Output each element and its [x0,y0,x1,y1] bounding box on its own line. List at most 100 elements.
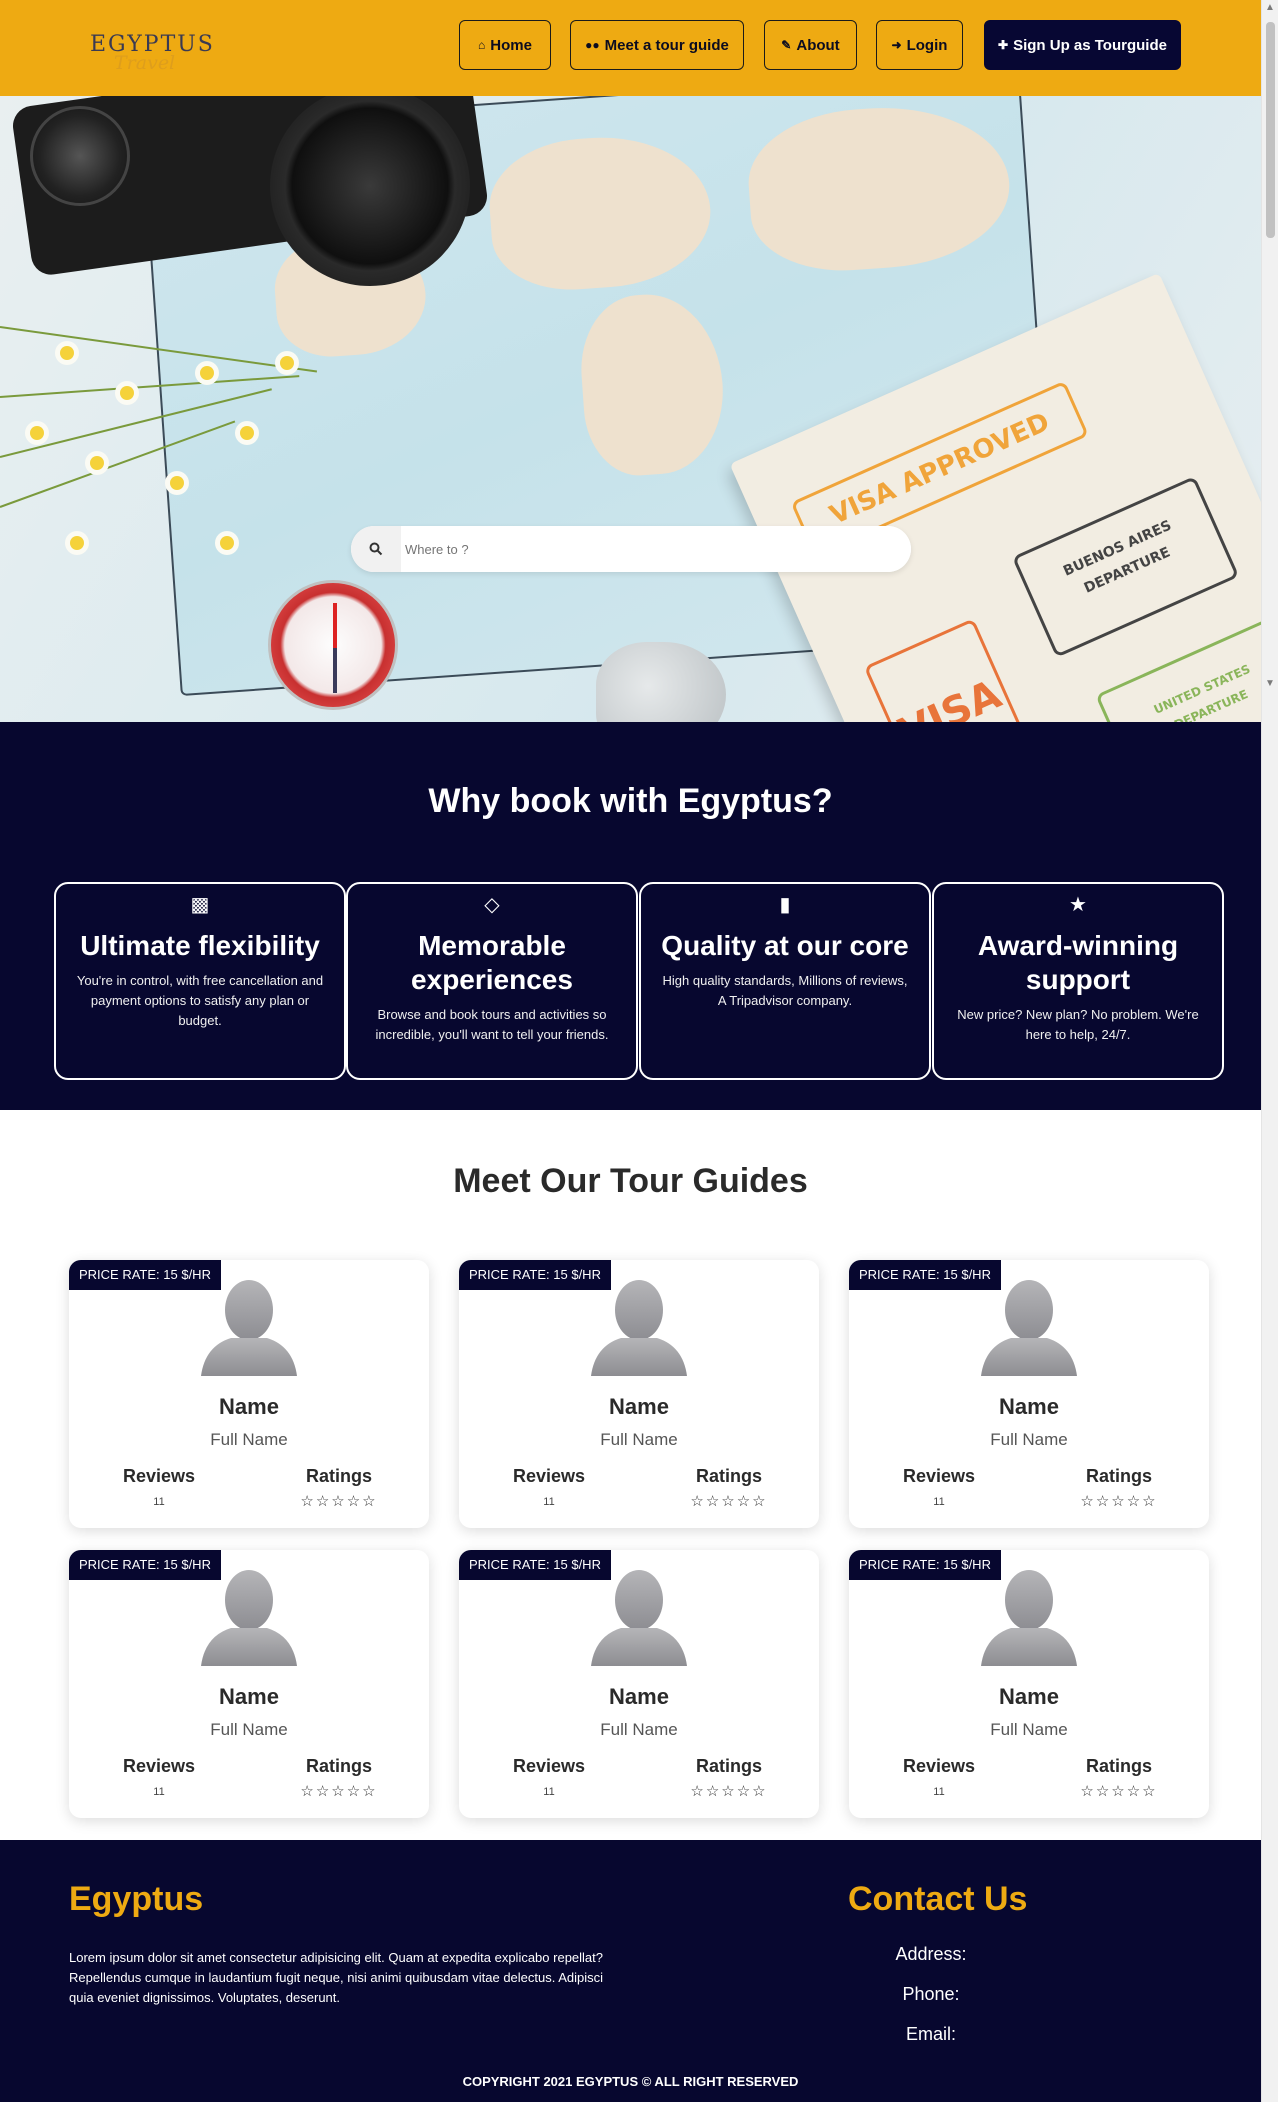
logo[interactable]: EGYPTUS Travel [84,22,224,74]
rating-stars: ☆☆☆☆☆ [1080,1493,1158,1510]
rating-stars: ☆☆☆☆☆ [300,1783,378,1800]
guide-full-name: Full Name [210,1720,288,1739]
avatar-placeholder-icon [981,1570,1077,1666]
reviews-label: Reviews [122,1466,196,1486]
avatar-placeholder-icon [591,1570,687,1666]
feature-card-support: ★ Award-winning support New price? New p… [932,882,1224,1080]
why-book-section: Why book with Egyptus? ▩ Ultimate flexib… [0,722,1261,1110]
price-rate-badge: PRICE RATE: 15 $/HR [849,1550,1001,1580]
hero-banner: VISA APPROVED BUENOS AIRES DEPARTURE VISA… [0,96,1261,722]
search-input[interactable] [401,526,911,572]
nav-meet-guide-button[interactable]: ●● Meet a tour guide [570,20,744,70]
guide-card[interactable]: PRICE RATE: 15 $/HR Name Full Name Revie… [849,1550,1209,1818]
feature-title: Memorable experiences [411,930,573,995]
guide-name: Name [219,1394,279,1419]
price-rate-badge: PRICE RATE: 15 $/HR [69,1550,221,1580]
footer: Egyptus Lorem ipsum dolor sit amet conse… [0,1840,1261,2102]
guide-name: Name [999,1394,1059,1419]
feature-text: High quality standards, Millions of revi… [662,973,908,1008]
nav-meet-guide-label: Meet a tour guide [604,36,729,54]
copyright: COPYRIGHT 2021 EGYPTUS © ALL RIGHT RESER… [462,2074,799,2089]
guide-full-name: Full Name [210,1430,288,1449]
contact-address: Address: [895,1944,967,1964]
scroll-thumb[interactable] [1266,22,1275,238]
contact-phone: Phone: [902,1984,960,2004]
nav-about-label: About [796,36,840,54]
rating-stars: ☆☆☆☆☆ [690,1493,768,1510]
feature-card-flexibility: ▩ Ultimate flexibility You're in control… [54,882,346,1080]
guide-name: Name [999,1684,1059,1709]
scroll-up-icon[interactable]: ▲ [1265,2,1275,13]
money-icon: ▩ [190,894,210,916]
reviews-count: 11 [543,1496,555,1508]
reviews-label: Reviews [512,1756,586,1776]
nav-about-button[interactable]: ✎ About [764,20,857,70]
user-plus-icon: ✚ [998,38,1009,52]
search-bar [351,526,911,572]
ratings-label: Ratings [1085,1466,1152,1486]
scroll-down-icon[interactable]: ▼ [1265,678,1275,689]
guide-full-name: Full Name [600,1430,678,1449]
home-icon: ⌂ [478,38,486,52]
feature-title: Ultimate flexibility [80,930,320,961]
feature-card-experiences: ◇ Memorable experiences Browse and book … [346,882,638,1080]
guide-full-name: Full Name [990,1430,1068,1449]
guide-card[interactable]: PRICE RATE: 15 $/HR Name Full Name Revie… [849,1260,1209,1528]
nav-signup-tourguide-button[interactable]: ✚ Sign Up as Tourguide [984,20,1181,70]
feature-title: Quality at our core [661,930,909,961]
guide-card[interactable]: PRICE RATE: 15 $/HR Name Full Name Revie… [69,1260,429,1528]
guide-full-name: Full Name [990,1720,1068,1739]
rating-stars: ☆☆☆☆☆ [690,1783,768,1800]
contact-title: Contact Us [848,1880,1028,1918]
diamond-icon: ◇ [484,894,500,916]
ratings-label: Ratings [695,1466,762,1486]
nav-login-label: Login [906,36,948,54]
ratings-label: Ratings [1085,1756,1152,1776]
book-icon: ▮ [779,894,791,916]
footer-brand: Egyptus [69,1880,204,1918]
rating-stars: ☆☆☆☆☆ [300,1493,378,1510]
feature-text: New price? New plan? No problem. We're h… [957,1007,1199,1042]
edit-icon: ✎ [781,38,792,52]
logo-subtext: Travel [114,52,176,74]
guide-card[interactable]: PRICE RATE: 15 $/HR Name Full Name Revie… [459,1550,819,1818]
feature-title: Award-winning support [977,930,1179,995]
nav-home-label: Home [490,36,532,54]
reviews-count: 11 [543,1786,555,1798]
footer-description: Lorem ipsum dolor sit amet consectetur a… [69,1950,604,2005]
ratings-label: Ratings [305,1466,372,1486]
nav-home-button[interactable]: ⌂ Home [459,20,551,70]
ratings-label: Ratings [305,1756,372,1776]
guide-name: Name [609,1684,669,1709]
reviews-label: Reviews [902,1466,976,1486]
reviews-label: Reviews [512,1466,586,1486]
reviews-count: 11 [153,1786,165,1798]
guide-full-name: Full Name [600,1720,678,1739]
nav-login-button[interactable]: ➜ Login [876,20,963,70]
reviews-label: Reviews [122,1756,196,1776]
sign-in-icon: ➜ [891,38,902,52]
reviews-count: 11 [153,1496,165,1508]
nav-signup-label: Sign Up as Tourguide [1013,36,1167,54]
search-icon [369,542,383,556]
trophy-icon: ★ [1069,894,1087,916]
reviews-count: 11 [933,1496,945,1508]
price-rate-badge: PRICE RATE: 15 $/HR [459,1260,611,1290]
price-rate-badge: PRICE RATE: 15 $/HR [459,1550,611,1580]
compass-image [268,580,398,710]
camera-image [0,96,500,306]
why-title: Why book with Egyptus? [428,782,833,820]
top-navbar: EGYPTUS Travel ⌂ Home ●● Meet a tour gui… [0,0,1261,96]
reviews-label: Reviews [902,1756,976,1776]
contact-email: Email: [905,2024,956,2044]
guide-card[interactable]: PRICE RATE: 15 $/HR Name Full Name Revie… [459,1260,819,1528]
page-scrollbar[interactable]: ▲ ▼ [1261,0,1278,2102]
price-rate-badge: PRICE RATE: 15 $/HR [849,1260,1001,1290]
search-button[interactable] [351,526,401,572]
guide-name: Name [609,1394,669,1419]
feature-card-quality: ▮ Quality at our core High quality stand… [639,882,931,1080]
guide-card[interactable]: PRICE RATE: 15 $/HR Name Full Name Revie… [69,1550,429,1818]
price-rate-badge: PRICE RATE: 15 $/HR [69,1260,221,1290]
feature-text: Browse and book tours and activities so … [375,1007,609,1042]
users-icon: ●● [585,38,600,52]
